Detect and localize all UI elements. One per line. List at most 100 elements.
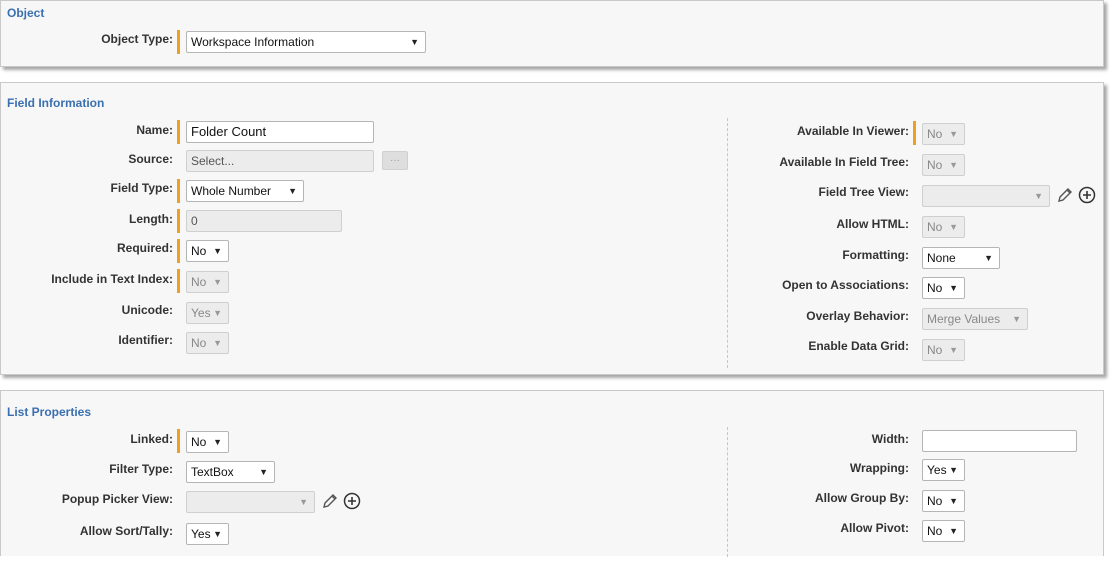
name-value: Folder Count [191, 124, 267, 139]
required-indicator [177, 239, 180, 263]
linked-value: No [191, 435, 207, 449]
allow-sort-tally-label: Allow Sort/Tally: [79, 524, 173, 538]
section-title-object: Object [7, 6, 45, 20]
pencil-icon[interactable] [321, 492, 339, 510]
available-in-field-tree-select[interactable]: No ▼ [922, 154, 965, 176]
name-label: Name: [136, 123, 173, 137]
text-index-select[interactable]: No ▼ [186, 271, 229, 293]
wrapping-label: Wrapping: [849, 461, 909, 475]
length-input[interactable]: 0 [186, 210, 342, 232]
linked-select[interactable]: No ▼ [186, 431, 229, 453]
field-information-panel: Field Information Name: Folder Count Sou… [0, 82, 1104, 375]
text-index-value: No [191, 275, 207, 289]
identifier-select[interactable]: No ▼ [186, 332, 229, 354]
chevron-down-icon: ▼ [213, 246, 222, 256]
length-value: 0 [191, 214, 198, 228]
allow-html-select[interactable]: No ▼ [922, 216, 965, 238]
formatting-select[interactable]: None ▼ [922, 247, 1000, 269]
available-in-field-tree-label: Available In Field Tree: [779, 155, 909, 169]
required-label: Required: [116, 241, 173, 255]
chevron-down-icon: ▼ [949, 345, 958, 355]
plus-circle-icon[interactable] [343, 492, 361, 510]
source-value: Select... [191, 154, 235, 168]
required-indicator [913, 121, 916, 145]
required-indicator [177, 179, 180, 203]
filter-type-select[interactable]: TextBox ▼ [186, 461, 275, 483]
source-label: Source: [128, 152, 173, 166]
required-indicator [177, 30, 180, 54]
formatting-label: Formatting: [842, 248, 909, 262]
object-type-select[interactable]: Workspace Information ▼ [186, 31, 426, 53]
allow-html-label: Allow HTML: [836, 217, 909, 231]
overlay-behavior-value: Merge Values [927, 312, 1001, 326]
allow-pivot-value: No [927, 524, 943, 538]
enable-data-grid-value: No [927, 343, 943, 357]
linked-label: Linked: [130, 432, 173, 446]
required-indicator [177, 269, 180, 293]
identifier-value: No [191, 336, 207, 350]
allow-html-value: No [927, 220, 943, 234]
name-input[interactable]: Folder Count [186, 121, 374, 143]
length-label: Length: [129, 212, 173, 226]
required-value: No [191, 244, 207, 258]
available-in-viewer-select[interactable]: No ▼ [922, 123, 965, 145]
chevron-down-icon: ▼ [984, 253, 993, 263]
available-in-viewer-value: No [927, 127, 943, 141]
allow-sort-tally-select[interactable]: Yes ▼ [186, 523, 229, 545]
enable-data-grid-label: Enable Data Grid: [808, 339, 909, 353]
allow-group-by-value: No [927, 494, 943, 508]
allow-pivot-select[interactable]: No ▼ [922, 520, 965, 542]
allow-group-by-select[interactable]: No ▼ [922, 490, 965, 512]
chevron-down-icon: ▼ [949, 496, 958, 506]
available-in-viewer-label: Available In Viewer: [796, 124, 909, 138]
chevron-down-icon: ▼ [949, 129, 958, 139]
field-type-select[interactable]: Whole Number ▼ [186, 180, 304, 202]
allow-sort-tally-value: Yes [191, 527, 211, 541]
chevron-down-icon: ▼ [213, 437, 222, 447]
formatting-value: None [927, 251, 956, 265]
chevron-down-icon: ▼ [1034, 191, 1043, 201]
plus-circle-icon[interactable] [1078, 186, 1096, 204]
chevron-down-icon: ▼ [288, 186, 297, 196]
section-title-list-properties: List Properties [7, 405, 92, 419]
chevron-down-icon: ▼ [949, 222, 958, 232]
object-type-label: Object Type: [101, 32, 173, 46]
available-in-field-tree-value: No [927, 158, 943, 172]
allow-group-by-label: Allow Group By: [815, 491, 909, 505]
required-select[interactable]: No ▼ [186, 240, 229, 262]
wrapping-value: Yes [927, 463, 947, 477]
open-to-associations-select[interactable]: No ▼ [922, 277, 965, 299]
list-properties-panel: List Properties Linked: No ▼ Filter Type… [0, 390, 1104, 557]
source-input[interactable]: Select... [186, 150, 374, 172]
overlay-behavior-select[interactable]: Merge Values ▼ [922, 308, 1028, 330]
chevron-down-icon: ▼ [949, 526, 958, 536]
column-divider [727, 118, 728, 368]
unicode-label: Unicode: [121, 303, 173, 317]
chevron-down-icon: ▼ [213, 277, 222, 287]
pencil-icon[interactable] [1056, 186, 1074, 204]
field-tree-view-select[interactable]: ▼ [922, 185, 1050, 207]
unicode-select[interactable]: Yes ▼ [186, 302, 229, 324]
wrapping-select[interactable]: Yes ▼ [922, 459, 965, 481]
filter-type-label: Filter Type: [109, 462, 173, 476]
chevron-down-icon: ▼ [1012, 314, 1021, 324]
chevron-down-icon: ▼ [213, 529, 222, 539]
overlay-behavior-label: Overlay Behavior: [806, 309, 909, 323]
object-panel: Object Object Type: Workspace Informatio… [0, 0, 1104, 67]
chevron-down-icon: ▼ [259, 467, 268, 477]
unicode-value: Yes [191, 306, 211, 320]
chevron-down-icon: ▼ [213, 338, 222, 348]
chevron-down-icon: ▼ [299, 497, 308, 507]
chevron-down-icon: ▼ [410, 37, 419, 47]
filter-type-value: TextBox [191, 465, 234, 479]
allow-pivot-label: Allow Pivot: [840, 521, 909, 535]
field-type-value: Whole Number [191, 184, 272, 198]
enable-data-grid-select[interactable]: No ▼ [922, 339, 965, 361]
required-indicator [177, 120, 180, 144]
object-type-value: Workspace Information [191, 35, 315, 49]
width-input[interactable] [922, 430, 1077, 452]
column-divider [727, 427, 728, 557]
popup-picker-view-select[interactable]: ▼ [186, 491, 315, 513]
chevron-down-icon: ▼ [213, 308, 222, 318]
source-browse-button[interactable]: ··· [382, 151, 408, 170]
